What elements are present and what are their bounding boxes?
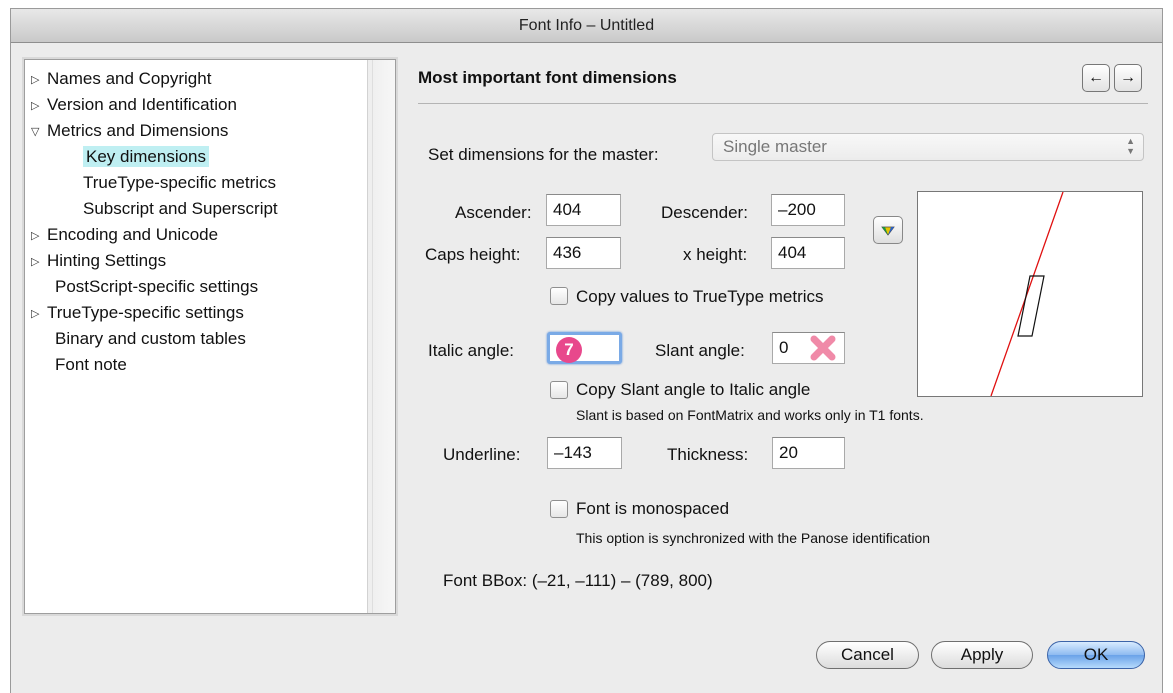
master-label: Set dimensions for the master: xyxy=(428,145,659,164)
apply-button[interactable]: Apply xyxy=(931,641,1033,669)
header-divider xyxy=(418,103,1148,104)
ok-button[interactable]: OK xyxy=(1047,641,1145,669)
tree-scrollbar[interactable] xyxy=(367,60,395,613)
arrow-right-icon: → xyxy=(1120,69,1136,86)
tree-item-names-copyright[interactable]: ▷ Names and Copyright xyxy=(25,66,369,92)
x-height-field[interactable]: 404 xyxy=(771,237,845,269)
cross-mark-icon xyxy=(810,335,836,361)
master-select-value: Single master xyxy=(723,137,827,156)
pane-title: Most important font dimensions xyxy=(418,68,677,87)
arrow-left-icon: ← xyxy=(1088,69,1104,86)
copy-slant-checkbox[interactable] xyxy=(550,381,568,399)
underline-label: Underline: xyxy=(443,445,521,464)
slant-preview-drawing xyxy=(990,191,1064,397)
tree-item-encoding-unicode[interactable]: ▷ Encoding and Unicode xyxy=(25,222,369,248)
tree-item-font-note[interactable]: Font note xyxy=(25,352,369,378)
copy-slant-note: Slant is based on FontMatrix and works o… xyxy=(576,407,924,423)
tree-item-metrics-dimensions[interactable]: ▽ Metrics and Dimensions xyxy=(25,118,369,144)
tree-item-key-dimensions[interactable]: Key dimensions xyxy=(25,144,369,170)
ascender-label: Ascender: xyxy=(455,203,532,222)
italic-angle-label: Italic angle: xyxy=(428,341,514,360)
descender-label: Descender: xyxy=(661,203,748,222)
next-page-button[interactable]: → xyxy=(1114,64,1142,92)
italic-preview xyxy=(917,191,1143,397)
tree-item-truetype-settings[interactable]: ▷ TrueType-specific settings xyxy=(25,300,369,326)
category-tree[interactable]: ▷ Names and Copyright ▷ Version and Identi… xyxy=(24,59,396,614)
disclosure-triangle-collapsed-icon[interactable]: ▷ xyxy=(31,249,47,275)
diamond-gem-icon xyxy=(881,226,895,236)
font-bbox-readout: Font BBox: (–21, –111) – (789, 800) xyxy=(443,571,713,590)
disclosure-triangle-collapsed-icon[interactable]: ▷ xyxy=(31,223,47,249)
tree-item-truetype-metrics[interactable]: TrueType-specific metrics xyxy=(25,170,369,196)
monospaced-label: Font is monospaced xyxy=(576,499,730,518)
underline-field[interactable]: –143 xyxy=(547,437,622,469)
apply-guess-button[interactable] xyxy=(873,216,903,244)
monospaced-note: This option is synchronized with the Pan… xyxy=(576,530,931,546)
tree-list: ▷ Names and Copyright ▷ Version and Identi… xyxy=(25,60,369,613)
window-title: Font Info – Untitled xyxy=(11,9,1162,43)
monospaced-checkbox[interactable] xyxy=(550,500,568,518)
disclosure-triangle-collapsed-icon[interactable]: ▷ xyxy=(31,301,47,327)
tree-item-hinting-settings[interactable]: ▷ Hinting Settings xyxy=(25,248,369,274)
updown-arrows-icon: ▲ ▼ xyxy=(1126,136,1135,156)
thickness-field[interactable]: 20 xyxy=(772,437,845,469)
tree-item-postscript-settings[interactable]: PostScript-specific settings xyxy=(25,274,369,300)
caps-height-field[interactable]: 436 xyxy=(546,237,621,269)
tree-item-version-identification[interactable]: ▷ Version and Identification xyxy=(25,92,369,118)
disclosure-triangle-expanded-icon[interactable]: ▽ xyxy=(31,119,47,145)
prev-page-button[interactable]: ← xyxy=(1082,64,1110,92)
descender-field[interactable]: –200 xyxy=(771,194,845,226)
ascender-field[interactable]: 404 xyxy=(546,194,621,226)
master-select[interactable]: Single master ▲ ▼ xyxy=(712,133,1144,161)
caps-height-label: Caps height: xyxy=(425,245,521,264)
disclosure-triangle-collapsed-icon[interactable]: ▷ xyxy=(31,93,47,119)
x-height-label: x height: xyxy=(683,245,748,264)
thickness-label: Thickness: xyxy=(667,445,749,464)
slant-angle-label: Slant angle: xyxy=(655,341,745,360)
tree-item-subscript-superscript[interactable]: Subscript and Superscript xyxy=(25,196,369,222)
cancel-button[interactable]: Cancel xyxy=(816,641,919,669)
copy-truetype-label: Copy values to TrueType metrics xyxy=(576,287,824,306)
tree-item-binary-tables[interactable]: Binary and custom tables xyxy=(25,326,369,352)
copy-slant-label: Copy Slant angle to Italic angle xyxy=(576,380,811,399)
copy-truetype-checkbox[interactable] xyxy=(550,287,568,305)
callout-badge: 7 xyxy=(556,337,582,363)
disclosure-triangle-collapsed-icon[interactable]: ▷ xyxy=(31,67,47,93)
